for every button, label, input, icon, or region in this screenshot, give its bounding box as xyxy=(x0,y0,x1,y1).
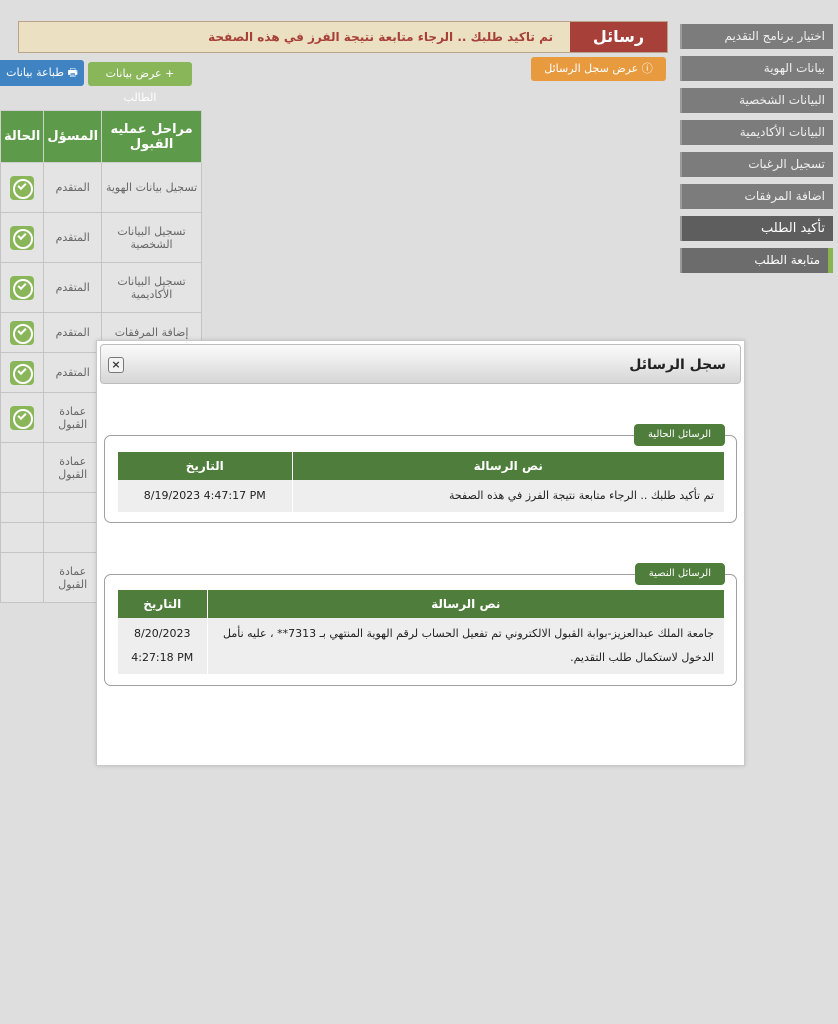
table-row: تسجيل البيانات الأكاديمية المتقدم xyxy=(0,262,203,313)
status-cell xyxy=(0,552,45,603)
status-cell xyxy=(0,162,45,213)
owner-cell: عمادة القبول xyxy=(43,392,103,443)
owner-cell: المتقدم xyxy=(43,212,103,263)
current-messages-header-row: نص الرسالة التاريخ xyxy=(117,452,724,480)
table-row: تم تأكيد طلبك .. الرجاء متابعة نتيجة الف… xyxy=(117,480,724,512)
owner-cell xyxy=(43,492,103,523)
message-text-cell: جامعة الملك عبدالعزيز-بوابة القبول الالك… xyxy=(206,618,724,674)
check-icon xyxy=(10,360,35,385)
sidebar-item-attachments[interactable]: اضافة المرفقات xyxy=(680,184,833,209)
sidebar-item-confirm[interactable]: تأكيد الطلب xyxy=(680,216,833,241)
message-date-cell: 8/20/2023 4:27:18 PM xyxy=(117,618,207,674)
banner-message: تم تاكيد طلبك .. الرجاء متابعة نتيجة الف… xyxy=(208,30,553,44)
message-date-header: التاريخ xyxy=(117,452,292,480)
message-text-header: نص الرسالة xyxy=(291,452,724,480)
check-icon xyxy=(10,275,35,300)
status-cell xyxy=(0,262,45,313)
sidebar-item-preferences[interactable]: تسجيل الرغبات xyxy=(680,152,833,177)
sidebar-nav: اختيار برنامج التقديم بيانات الهوية البي… xyxy=(680,24,833,280)
check-icon xyxy=(10,175,35,200)
sms-messages-group: الرسائل النصية نص الرسالة التاريخ جامعة … xyxy=(104,563,737,686)
stage-header: مراحل عمليه القبول xyxy=(101,110,203,163)
close-icon[interactable]: × xyxy=(108,357,124,373)
view-message-log-button[interactable]: ⓘ عرض سجل الرسائل xyxy=(531,57,666,81)
owner-cell: المتقدم xyxy=(43,262,103,313)
owner-cell: المتقدم xyxy=(43,312,103,353)
sms-messages-header-row: نص الرسالة التاريخ xyxy=(117,590,724,618)
status-header: الحالة xyxy=(0,110,45,163)
owner-cell: المتقدم xyxy=(43,162,103,213)
status-cell xyxy=(0,392,45,443)
current-messages-label: الرسائل الحالية xyxy=(633,424,725,446)
modal-header: سجل الرسائل × xyxy=(100,344,741,384)
check-icon xyxy=(10,225,35,250)
status-cell xyxy=(0,312,45,353)
stage-cell: تسجيل البيانات الأكاديمية xyxy=(101,262,203,313)
stages-header-row: مراحل عمليه القبول المسؤل الحالة xyxy=(0,110,203,163)
important-messages-banner: رسائل مهمة تم تاكيد طلبك .. الرجاء متابع… xyxy=(18,21,668,76)
stage-cell: تسجيل بيانات الهوية xyxy=(101,162,203,213)
current-messages-group: الرسائل الحالية نص الرسالة التاريخ تم تأ… xyxy=(104,424,737,523)
status-cell xyxy=(0,442,45,493)
table-row: تسجيل البيانات الشخصية المتقدم xyxy=(0,212,203,263)
current-messages-table: نص الرسالة التاريخ تم تأكيد طلبك .. الرج… xyxy=(117,452,724,512)
sms-messages-label: الرسائل النصية xyxy=(634,563,725,585)
status-cell xyxy=(0,522,45,553)
message-text-cell: تم تأكيد طلبك .. الرجاء متابعة نتيجة الف… xyxy=(291,480,724,512)
table-row: تسجيل بيانات الهوية المتقدم xyxy=(0,162,203,213)
sidebar-item-followup[interactable]: متابعة الطلب xyxy=(680,248,833,273)
sidebar-item-personal[interactable]: البيانات الشخصية xyxy=(680,88,833,113)
check-icon xyxy=(10,320,35,345)
owner-cell: المتقدم xyxy=(43,352,103,393)
message-text-header: نص الرسالة xyxy=(206,590,724,618)
status-cell xyxy=(0,212,45,263)
print-data-button[interactable]: 🖶 طباعة بيانات xyxy=(0,60,84,86)
sms-messages-table: نص الرسالة التاريخ جامعة الملك عبدالعزيز… xyxy=(117,590,724,674)
message-date-cell: 8/19/2023 4:47:17 PM xyxy=(117,480,292,512)
message-date-header: التاريخ xyxy=(117,590,207,618)
owner-header: المسؤل xyxy=(43,110,103,163)
sidebar-item-identity[interactable]: بيانات الهوية xyxy=(680,56,833,81)
check-icon xyxy=(10,405,35,430)
banner-title: رسائل مهمة xyxy=(570,22,667,76)
status-cell xyxy=(0,352,45,393)
modal-title: سجل الرسائل xyxy=(629,357,726,373)
owner-cell: عمادة القبول xyxy=(43,442,103,493)
status-cell xyxy=(0,492,45,523)
sidebar-item-academic[interactable]: البيانات الأكاديمية xyxy=(680,120,833,145)
sidebar-item-program[interactable]: اختيار برنامج التقديم xyxy=(680,24,833,49)
stage-cell: تسجيل البيانات الشخصية xyxy=(101,212,203,263)
message-log-modal: سجل الرسائل × الرسائل الحالية نص الرسالة… xyxy=(96,340,745,766)
view-student-data-button[interactable]: + عرض بيانات الطالب xyxy=(88,62,192,104)
owner-cell: عمادة القبول xyxy=(43,552,103,603)
owner-cell xyxy=(43,522,103,553)
table-row: جامعة الملك عبدالعزيز-بوابة القبول الالك… xyxy=(117,618,724,674)
